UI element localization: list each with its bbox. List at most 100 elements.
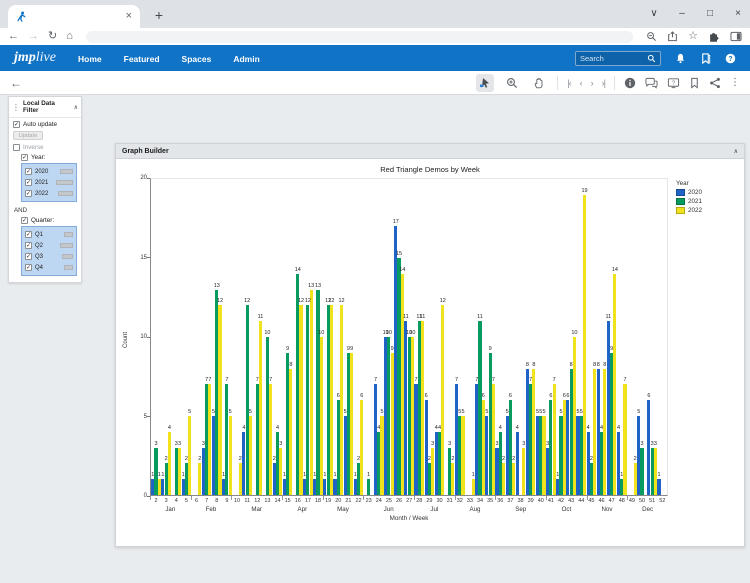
filter-item-row[interactable]: ✓Q1: [25, 229, 73, 240]
page-content: ⋮ Local Data Filter ∧ ✓ Auto update Upda…: [0, 95, 750, 583]
comments-icon[interactable]: [645, 77, 658, 89]
auto-update-checkbox[interactable]: ✓: [13, 121, 20, 128]
share-icon[interactable]: [667, 31, 678, 42]
filter-item-checkbox[interactable]: ✓: [25, 253, 32, 260]
bookmarks-icon[interactable]: [700, 53, 711, 64]
bar-value-label: 4: [377, 425, 380, 431]
search-input[interactable]: [580, 54, 647, 63]
filter-item-histogram-bar: [64, 265, 73, 270]
browser-tab[interactable]: ×: [8, 5, 140, 28]
x-tick-week-52: 52: [659, 498, 665, 504]
bookmark-star-icon[interactable]: ☆: [688, 31, 698, 42]
x-tick-week-15: 15: [285, 498, 291, 504]
inverse-checkbox[interactable]: [13, 144, 20, 151]
search-box[interactable]: [575, 51, 661, 66]
browser-forward-icon[interactable]: →: [28, 31, 39, 42]
filter-item-row[interactable]: ✓2022: [25, 188, 73, 199]
window-menu-icon[interactable]: ∨: [648, 8, 660, 19]
inverse-row[interactable]: Inverse: [9, 141, 81, 151]
bar-2021-week-50[interactable]: [640, 448, 643, 495]
nav-link-admin[interactable]: Admin: [233, 54, 259, 64]
info-icon[interactable]: [624, 77, 636, 89]
bar-value-label: 14: [295, 267, 301, 273]
browser-reload-icon[interactable]: ↻: [48, 31, 57, 42]
legend-row-2021[interactable]: 2021: [676, 198, 724, 205]
legend-row-2022[interactable]: 2022: [676, 207, 724, 214]
filter-item-row[interactable]: ✓Q2: [25, 240, 73, 251]
filter-item-checkbox[interactable]: ✓: [25, 168, 32, 175]
filter-item-checkbox[interactable]: ✓: [25, 264, 32, 271]
bar-value-label: 9: [610, 346, 613, 352]
bar-value-label: 9: [489, 346, 492, 352]
bar-value-label: 3: [431, 441, 434, 447]
filter-group-checkbox[interactable]: ✓: [21, 217, 28, 224]
presentation-help-icon[interactable]: ?: [667, 77, 680, 89]
filter-item-checkbox[interactable]: ✓: [25, 179, 32, 186]
graph-collapse-icon[interactable]: ∧: [734, 148, 738, 155]
filter-item-label: 2020: [35, 169, 48, 175]
nav-link-featured[interactable]: Featured: [124, 54, 160, 64]
tab-close-icon[interactable]: ×: [126, 11, 132, 22]
graph-builder-header[interactable]: Graph Builder ∧: [116, 144, 744, 159]
pointer-tool-button[interactable]: [476, 74, 494, 92]
nav-link-spaces[interactable]: Spaces: [182, 54, 212, 64]
filter-item-row[interactable]: ✓Q3: [25, 251, 73, 262]
bar-value-label: 5: [485, 409, 488, 415]
more-menu-icon[interactable]: ⋮: [730, 77, 740, 88]
x-tick-week-21: 21: [345, 498, 351, 504]
bar-value-label: 3: [154, 441, 157, 447]
nav-next-icon[interactable]: ›: [591, 78, 593, 88]
grab-tool-button[interactable]: [530, 74, 548, 92]
filter-group-checkbox[interactable]: ✓: [21, 154, 28, 161]
help-icon[interactable]: ?: [725, 53, 736, 64]
zoom-tool-button[interactable]: [503, 74, 521, 92]
search-icon[interactable]: [647, 54, 656, 63]
side-panel-icon[interactable]: [730, 31, 742, 42]
bar-value-label: 3: [279, 441, 282, 447]
zoom-icon[interactable]: [646, 31, 657, 42]
filter-item-histogram-bar: [60, 169, 73, 174]
auto-update-row[interactable]: ✓ Auto update: [9, 118, 81, 128]
filter-item-checkbox[interactable]: ✓: [25, 231, 32, 238]
filter-item-row[interactable]: ✓2021: [25, 177, 73, 188]
bar-2020-week-52[interactable]: [657, 479, 660, 495]
nav-first-icon[interactable]: |‹: [567, 78, 570, 88]
filter-group-row[interactable]: ✓Quarter:: [9, 214, 81, 224]
address-bar[interactable]: [86, 31, 633, 43]
nav-link-home[interactable]: Home: [78, 54, 102, 64]
bar-value-label: 2: [185, 456, 188, 462]
app-back-icon[interactable]: ←: [10, 76, 22, 90]
window-close-icon[interactable]: ×: [732, 8, 744, 19]
x-tick-week-35: 35: [487, 498, 493, 504]
filter-item-checkbox[interactable]: ✓: [25, 190, 32, 197]
maximize-icon[interactable]: □: [704, 8, 716, 19]
share-nodes-icon[interactable]: [709, 77, 721, 89]
legend-row-2020[interactable]: 2020: [676, 189, 724, 196]
filter-item-row[interactable]: ✓2020: [25, 166, 73, 177]
nav-prev-icon[interactable]: ‹: [580, 78, 582, 88]
week-group-6: 26: [192, 179, 202, 495]
filter-item-checkbox[interactable]: ✓: [25, 242, 32, 249]
new-tab-button[interactable]: +: [150, 7, 168, 25]
bar-2021-week-23[interactable]: [367, 479, 370, 495]
bookmark-icon[interactable]: [689, 77, 700, 89]
browser-back-icon[interactable]: ←: [8, 31, 19, 42]
filter-menu-icon[interactable]: ⋮: [12, 103, 20, 112]
nav-last-icon[interactable]: ›|: [602, 78, 605, 88]
month-label-dec: Dec: [627, 506, 668, 513]
notifications-bell-icon[interactable]: [675, 53, 686, 64]
week-group-38: 4338: [516, 179, 526, 495]
x-tick-week-32: 32: [457, 498, 463, 504]
update-button[interactable]: Update: [13, 131, 43, 140]
minimize-icon[interactable]: –: [676, 8, 688, 19]
filter-group-row[interactable]: ✓Year:: [9, 151, 81, 161]
bar-2020-week-38[interactable]: [516, 432, 519, 495]
filter-item-row[interactable]: ✓Q4: [25, 262, 73, 273]
week-group-10: 210: [232, 179, 242, 495]
browser-home-icon[interactable]: ⌂: [66, 31, 73, 42]
x-tick-week-44: 44: [578, 498, 584, 504]
filter-collapse-icon[interactable]: ∧: [74, 104, 78, 111]
extensions-puzzle-icon[interactable]: [708, 31, 720, 43]
filter-item-label: 2022: [35, 191, 48, 197]
jmp-live-logo[interactable]: jmplive: [14, 50, 56, 66]
